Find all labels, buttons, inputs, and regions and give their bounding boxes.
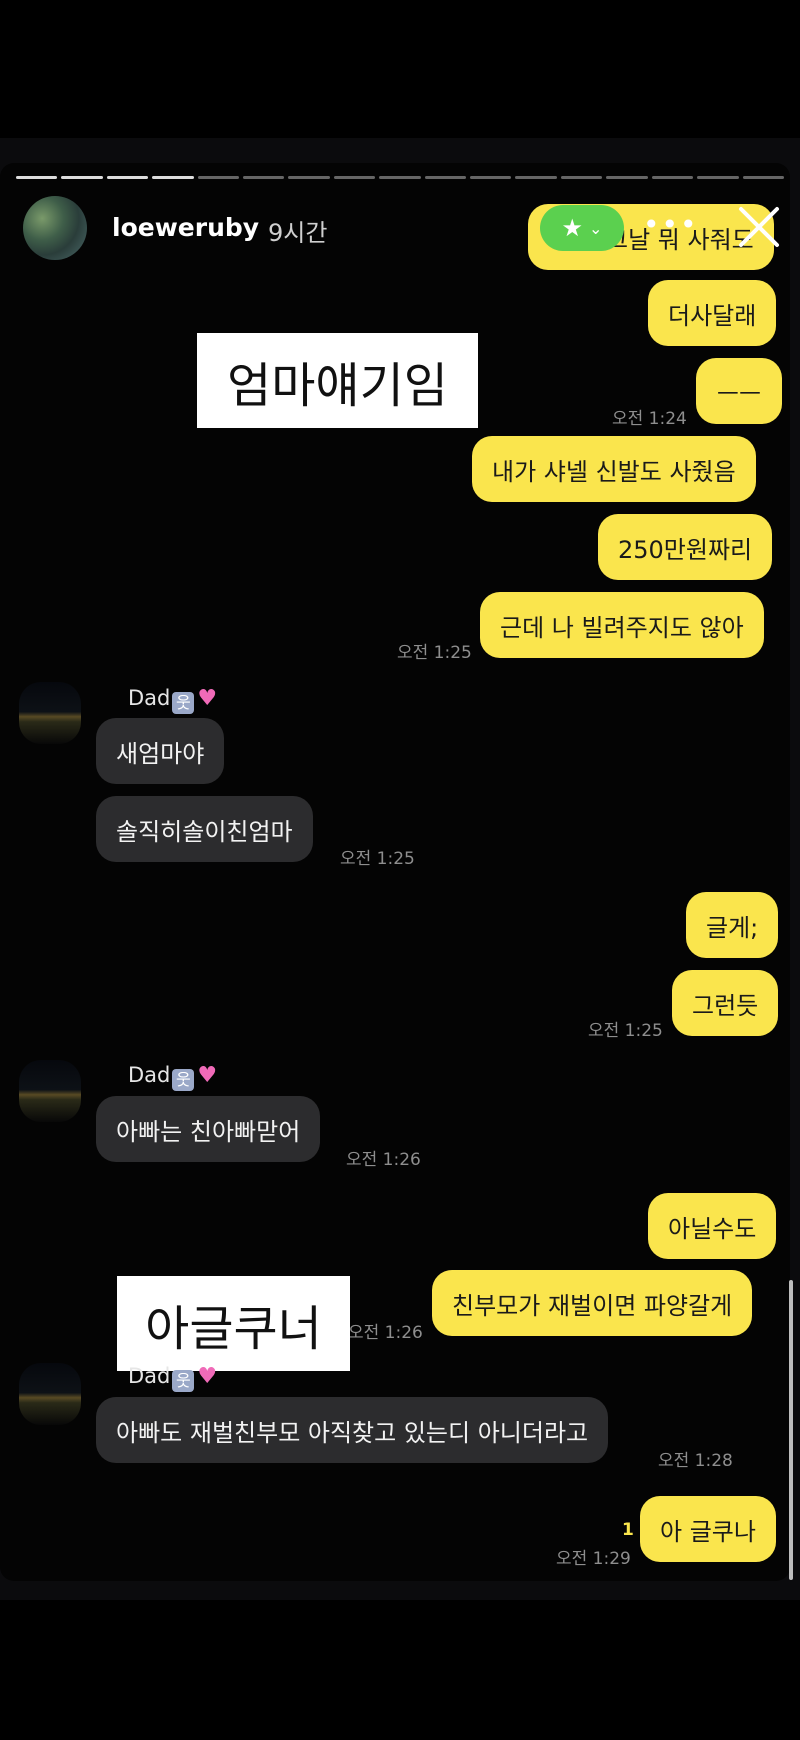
close-icon[interactable] [735, 203, 783, 251]
progress-segment [16, 176, 58, 179]
message-text: 아빠도 재벌친부모 아직찾고 있는디 아니더라고 [116, 1418, 589, 1447]
dad-avatar[interactable] [19, 682, 81, 744]
sender-name: Dad 웃 ♥ [128, 1364, 217, 1392]
person-emoji-icon: 웃 [172, 692, 195, 714]
sender-label: Dad [128, 686, 171, 710]
progress-segment [560, 176, 603, 179]
more-options-icon[interactable]: ••• [643, 208, 699, 241]
progress-segment [197, 176, 240, 179]
story-username[interactable]: loeweruby [112, 213, 259, 242]
progress-segment [152, 176, 194, 179]
message-text: 더사달래 [668, 301, 757, 330]
progress-segment [606, 176, 648, 179]
sender-label: Dad [128, 1364, 171, 1388]
progress-segment [333, 176, 376, 179]
person-emoji-icon: 웃 [172, 1370, 195, 1392]
overlay-caption-bottom: 아글쿠너 [117, 1276, 350, 1371]
message-time: 오전 1:25 [588, 1021, 663, 1041]
outgoing-message: 근데 나 빌려주지도 않아 [480, 592, 764, 658]
incoming-message: 새엄마야 [96, 718, 225, 784]
favorite-button[interactable]: ★ ⌄ [540, 205, 624, 251]
outgoing-message: ㅡㅡ [696, 358, 782, 424]
message-text: 아빠는 친아빠맏어 [116, 1117, 301, 1146]
person-emoji-icon: 웃 [172, 1069, 195, 1091]
progress-segment [515, 176, 557, 179]
outgoing-message: 더사달래 [648, 280, 777, 346]
heart-emoji-icon: ♥ [197, 686, 218, 711]
heart-emoji-icon: ♥ [197, 1063, 218, 1088]
outgoing-message: 아닐수도 [648, 1193, 777, 1259]
incoming-message: 아빠도 재벌친부모 아직찾고 있는디 아니더라고 [96, 1397, 609, 1463]
progress-segment [379, 176, 421, 179]
unread-count: 1 [622, 1520, 634, 1540]
message-text: 친부모가 재벌이면 파양갈게 [452, 1291, 733, 1320]
heart-emoji-icon: ♥ [197, 1364, 218, 1389]
sender-name: Dad 웃 ♥ [128, 686, 217, 714]
message-text: 아닐수도 [668, 1214, 757, 1243]
message-time: 오전 1:25 [340, 849, 415, 869]
incoming-message: 아빠는 친아빠맏어 [96, 1096, 321, 1162]
story-progress-bar [16, 176, 784, 180]
progress-segment [288, 176, 330, 179]
outgoing-message: 글게; [686, 892, 779, 958]
message-text: 아 글쿠나 [660, 1517, 756, 1546]
message-text: 내가 샤넬 신발도 사줬음 [492, 457, 736, 486]
message-time: 오전 1:25 [397, 643, 472, 663]
message-text: 글게; [706, 913, 759, 942]
outgoing-message: 친부모가 재벌이면 파양갈게 [432, 1270, 753, 1336]
message-time: 오전 1:29 [556, 1549, 631, 1569]
chevron-down-icon: ⌄ [589, 218, 603, 238]
progress-segment [742, 176, 784, 179]
progress-segment [651, 176, 694, 179]
outgoing-message: 아 글쿠나 [640, 1496, 776, 1562]
progress-segment [470, 176, 512, 179]
outgoing-message: 내가 샤넬 신발도 사줬음 [472, 436, 756, 502]
message-text: 솔직히솔이친엄마 [116, 817, 293, 846]
story-user-avatar[interactable] [23, 196, 87, 260]
star-icon: ★ [561, 214, 584, 242]
sender-name: Dad 웃 ♥ [128, 1063, 217, 1091]
dad-avatar[interactable] [19, 1363, 81, 1425]
message-text: 근데 나 빌려주지도 않아 [500, 613, 744, 642]
outgoing-message: 250만원짜리 [598, 514, 773, 580]
progress-segment [243, 176, 285, 179]
progress-segment [61, 176, 103, 179]
message-text: 그런듯 [692, 991, 759, 1020]
scrollbar[interactable] [789, 1280, 793, 1580]
message-text: 250만원짜리 [618, 535, 753, 564]
message-time: 오전 1:24 [612, 409, 687, 429]
incoming-message: 솔직히솔이친엄마 [96, 796, 313, 862]
outgoing-message: 그런듯 [672, 970, 779, 1036]
overlay-caption-top: 엄마얘기임 [197, 333, 478, 428]
progress-segment [697, 176, 739, 179]
sender-label: Dad [128, 1063, 171, 1087]
message-text: 새엄마야 [116, 739, 205, 768]
message-text: ㅡㅡ [716, 379, 762, 408]
progress-segment [424, 176, 467, 179]
dad-avatar[interactable] [19, 1060, 81, 1122]
message-time: 오전 1:26 [346, 1150, 421, 1170]
message-time: 오전 1:26 [348, 1323, 423, 1343]
progress-segment [106, 176, 149, 179]
message-time: 오전 1:28 [658, 1451, 733, 1471]
story-time-ago: 9시간 [268, 219, 328, 247]
